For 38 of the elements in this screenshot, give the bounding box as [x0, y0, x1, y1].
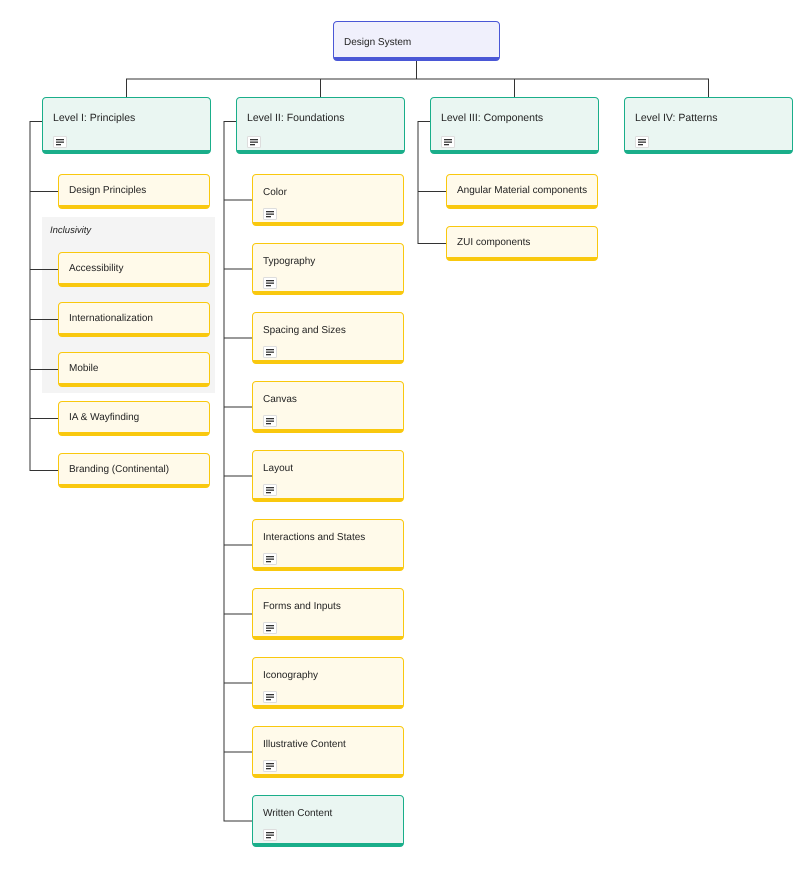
topic-title: Level II: Foundations [247, 112, 346, 125]
notes-icon[interactable] [263, 622, 277, 634]
notes-icon[interactable] [263, 760, 277, 772]
topic-title: Branding (Continental) [69, 462, 170, 476]
topic-title: Level I: Principles [53, 112, 136, 125]
topic-title: Level IV: Patterns [635, 112, 718, 125]
notes-icon[interactable] [635, 136, 649, 148]
topic-title: Mobile [69, 362, 100, 374]
notes-icon[interactable] [263, 829, 277, 841]
topic-title: Typography [263, 255, 316, 268]
topic-title: Spacing and Sizes [263, 324, 347, 337]
notes-icon[interactable] [263, 415, 277, 427]
topic-title: Interactions and States [263, 531, 366, 544]
topic-title: Design System [344, 36, 412, 49]
topic-title: Design Principles [69, 184, 148, 196]
topic-title: ZUI components [457, 236, 532, 248]
notes-icon[interactable] [263, 208, 277, 220]
topic-title: Illustrative Content [263, 738, 347, 751]
topic-title: Iconography [263, 669, 320, 682]
notes-icon[interactable] [53, 136, 67, 148]
notes-icon[interactable] [263, 277, 277, 289]
notes-icon[interactable] [263, 346, 277, 358]
topic-title: Written Content [263, 807, 334, 820]
notes-icon[interactable] [441, 136, 455, 148]
notes-icon[interactable] [263, 484, 277, 496]
notes-icon[interactable] [263, 553, 277, 565]
topic-title: Angular Material components [457, 184, 588, 196]
topic-title: Accessibility [69, 262, 124, 274]
topic-title: Forms and Inputs [263, 600, 342, 613]
topic-title: Canvas [263, 393, 298, 406]
topic-title: Color [263, 186, 288, 199]
topic-title: IA & Wayfinding [69, 410, 140, 424]
topic-title: Level III: Components [441, 112, 544, 125]
notes-icon[interactable] [247, 136, 261, 148]
group-label: Inclusivity [50, 225, 92, 237]
notes-icon[interactable] [263, 691, 277, 703]
topic-title: Layout [263, 462, 294, 475]
topic-title: Internationalization [69, 312, 154, 324]
